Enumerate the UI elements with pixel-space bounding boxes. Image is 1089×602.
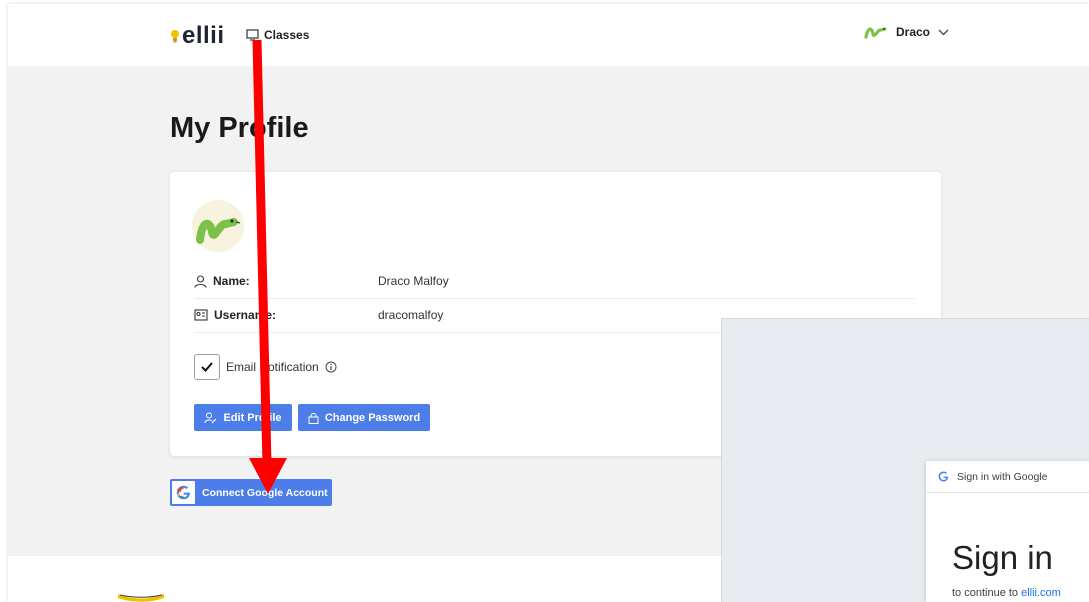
google-signin-header-label: Sign in with Google bbox=[957, 470, 1048, 483]
chevron-down-icon bbox=[938, 29, 949, 35]
email-notification-label: Email Notification bbox=[226, 360, 319, 374]
email-notification-row: Email Notification bbox=[194, 354, 337, 380]
checkmark-icon bbox=[201, 362, 213, 372]
edit-profile-button[interactable]: Edit Profile bbox=[194, 404, 292, 431]
google-signin-header: Sign in with Google bbox=[926, 461, 1089, 493]
connect-google-account-button[interactable]: Connect Google Account bbox=[170, 479, 332, 506]
google-signin-subtitle: to continue to ellii.com bbox=[952, 587, 1061, 599]
google-signin-dialog: Sign in with Google Sign in to continue … bbox=[926, 461, 1089, 602]
change-password-button[interactable]: Change Password bbox=[298, 404, 430, 431]
person-icon bbox=[194, 274, 207, 288]
footer-logo-icon bbox=[118, 594, 164, 602]
top-navbar: ellii Classes Draco bbox=[8, 4, 1089, 66]
snake-icon bbox=[196, 218, 241, 244]
nav-classes-link[interactable]: Classes bbox=[246, 28, 309, 42]
logo-text: ellii bbox=[182, 22, 225, 49]
username-label-wrap: Username: bbox=[194, 308, 276, 322]
google-g-icon bbox=[938, 471, 949, 482]
username-value: dracomalfoy bbox=[378, 308, 444, 322]
avatar bbox=[192, 200, 244, 252]
ellii-logo[interactable]: ellii bbox=[170, 22, 225, 50]
google-signin-subtitle-prefix: to continue to bbox=[952, 587, 1022, 599]
info-icon[interactable] bbox=[325, 361, 337, 373]
name-label-wrap: Name: bbox=[194, 274, 250, 288]
nav-classes-label: Classes bbox=[264, 28, 310, 42]
user-edit-icon bbox=[204, 412, 217, 423]
lightbulb-icon bbox=[171, 30, 179, 43]
connect-google-label: Connect Google Account bbox=[202, 486, 328, 499]
user-menu[interactable]: Draco bbox=[864, 25, 949, 39]
username-label: Username: bbox=[214, 308, 277, 322]
change-password-label: Change Password bbox=[324, 411, 421, 424]
snake-icon bbox=[864, 27, 887, 39]
id-card-icon bbox=[194, 309, 208, 321]
edit-profile-label: Edit Profile bbox=[223, 411, 282, 424]
name-value: Draco Malfoy bbox=[378, 274, 449, 288]
board-icon bbox=[246, 29, 259, 41]
profile-name-row: Name: Draco Malfoy bbox=[194, 266, 914, 299]
google-g-icon bbox=[172, 481, 195, 504]
email-notification-checkbox[interactable] bbox=[194, 354, 220, 380]
google-signin-subtitle-link[interactable]: ellii.com bbox=[1021, 587, 1061, 599]
page-title: My Profile bbox=[170, 112, 309, 144]
lock-icon bbox=[308, 412, 319, 424]
user-name: Draco bbox=[896, 25, 931, 39]
google-signin-title: Sign in bbox=[952, 539, 1053, 576]
name-label: Name: bbox=[213, 274, 250, 288]
